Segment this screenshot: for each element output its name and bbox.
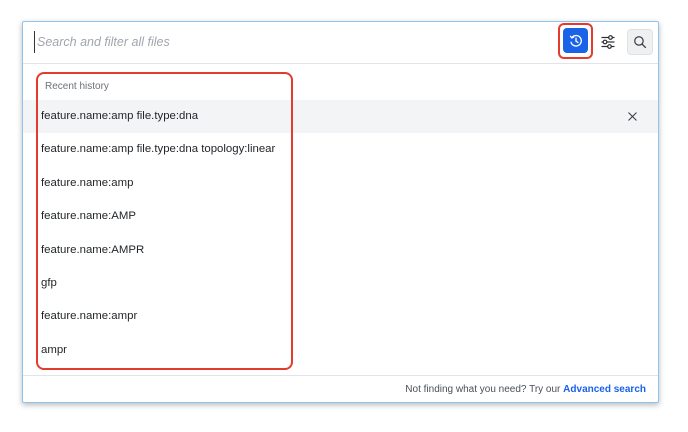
history-item-label: feature.name:amp	[41, 176, 134, 189]
history-item-label: ampr	[41, 343, 67, 356]
history-item[interactable]: feature.name:ampr	[23, 300, 658, 333]
history-clock-icon	[569, 34, 582, 47]
recent-history-header: Recent history	[45, 81, 109, 92]
history-item-label: feature.name:amp file.type:dna	[41, 110, 199, 122]
history-button[interactable]	[563, 28, 588, 53]
advanced-search-link[interactable]: Advanced search	[563, 384, 646, 395]
recent-history-list: Recent history feature.name:amp file.typ…	[23, 64, 658, 367]
search-icon	[634, 36, 647, 49]
history-item[interactable]: feature.name:AMP	[23, 200, 658, 233]
search-button[interactable]	[627, 29, 653, 55]
history-item-label: feature.name:AMPR	[41, 243, 145, 256]
sliders-icon	[601, 35, 615, 49]
filter-button[interactable]	[595, 29, 621, 55]
history-item-label: gfp	[41, 276, 57, 289]
close-icon[interactable]	[627, 111, 638, 122]
history-item[interactable]: feature.name:AMPR	[23, 234, 658, 267]
history-item[interactable]: feature.name:amp file.type:dna topology:…	[23, 133, 658, 166]
history-item[interactable]: feature.name:amp file.type:dna	[23, 100, 658, 134]
history-item-label: feature.name:ampr	[41, 310, 138, 323]
search-dropdown-panel: Recent history feature.name:amp file.typ…	[22, 21, 659, 403]
footer: Not finding what you need? Try our Advan…	[23, 375, 658, 402]
history-item-label: feature.name:amp file.type:dna topology:…	[41, 143, 276, 156]
footer-prompt: Not finding what you need? Try our	[405, 384, 564, 395]
search-bar	[23, 22, 658, 64]
history-item[interactable]: feature.name:amp	[23, 167, 658, 200]
history-item[interactable]: gfp	[23, 267, 658, 300]
search-input[interactable]	[34, 31, 537, 53]
history-item[interactable]: ampr	[23, 334, 658, 367]
history-item-label: feature.name:AMP	[41, 210, 136, 223]
